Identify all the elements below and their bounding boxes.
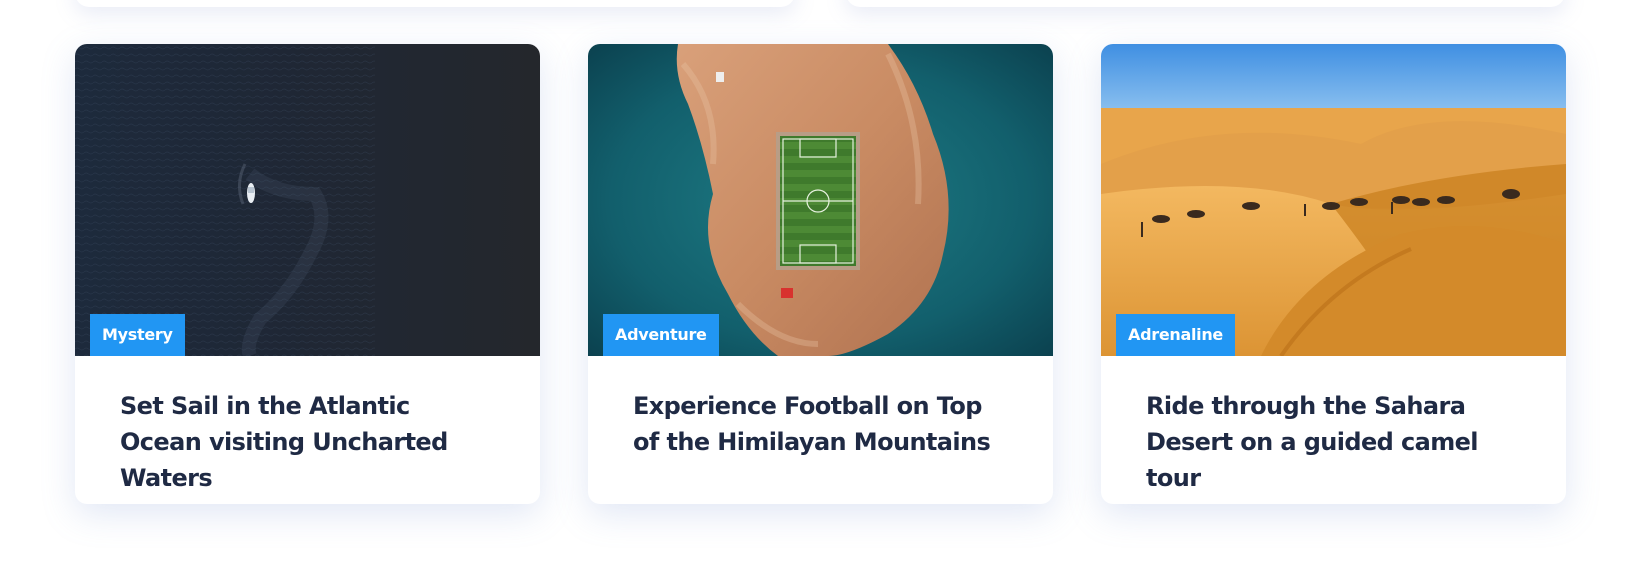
card-title[interactable]: Experience Football on Top of the Himila…: [633, 388, 1008, 460]
card-grid: Mystery Set Sail in the Atlantic Ocean v…: [0, 0, 1645, 566]
desert-camels-photo: [1101, 44, 1566, 356]
trip-card-adventure[interactable]: Adventure Experience Football on Top of …: [588, 44, 1053, 504]
previous-card-bottom: [846, 0, 1565, 7]
card-title[interactable]: Set Sail in the Atlantic Ocean visiting …: [120, 388, 495, 496]
category-tag[interactable]: Mystery: [90, 314, 185, 356]
card-title[interactable]: Ride through the Sahara Desert on a guid…: [1146, 388, 1521, 496]
island-pitch-photo: [588, 44, 1053, 356]
category-tag[interactable]: Adventure: [603, 314, 719, 356]
category-tag[interactable]: Adrenaline: [1116, 314, 1235, 356]
trip-card-adrenaline[interactable]: Adrenaline Ride through the Sahara Deser…: [1101, 44, 1566, 504]
boat-icon: [247, 183, 255, 203]
card-image-desert[interactable]: Adrenaline: [1101, 44, 1566, 356]
previous-card-bottom: [75, 0, 795, 7]
trip-card-mystery[interactable]: Mystery Set Sail in the Atlantic Ocean v…: [75, 44, 540, 504]
card-image-island[interactable]: Adventure: [588, 44, 1053, 356]
football-pitch-icon: [780, 136, 856, 266]
card-image-ocean[interactable]: Mystery: [75, 44, 540, 356]
ocean-boat-photo: [75, 44, 540, 356]
